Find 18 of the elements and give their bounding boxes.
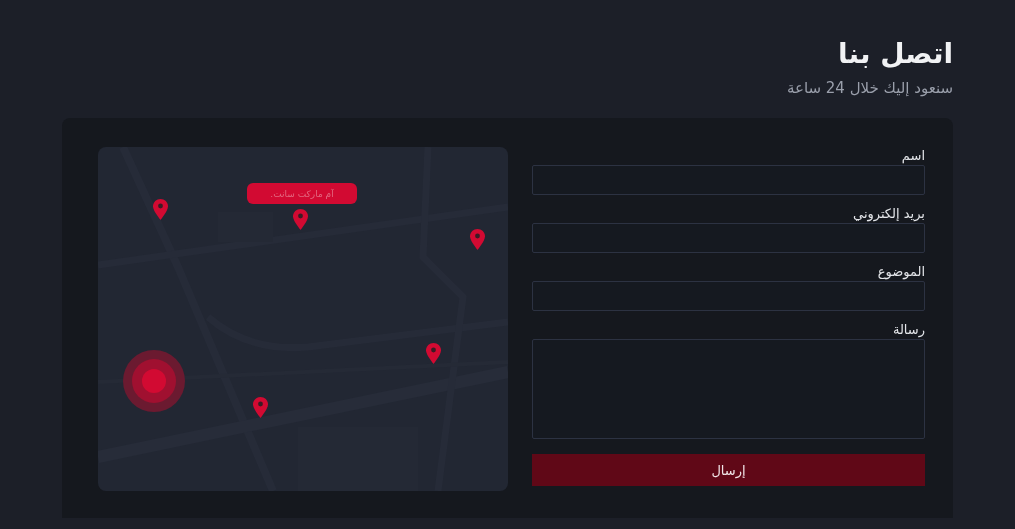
map-pin-icon (153, 199, 168, 220)
field-label: بريد إلكتروني (852, 205, 925, 223)
map-pin-icon (253, 397, 268, 418)
field-label: الموضوع (876, 263, 925, 281)
message-field[interactable] (532, 339, 925, 439)
page-subtitle: سنعود إليك خلال 24 ساعة (785, 78, 953, 98)
field-label: اسم (900, 147, 925, 165)
map-pin-icon (470, 229, 485, 250)
field-label: رسالة (891, 321, 925, 339)
input-field[interactable] (532, 281, 925, 311)
location-pulse-icon (123, 350, 185, 412)
input-field[interactable] (532, 165, 925, 195)
page-title: اتصل بنا (837, 36, 953, 72)
submit-button[interactable]: إرسال (532, 454, 925, 486)
map-badge: آم ماركت سانت. (247, 183, 357, 204)
map-pin-icon (426, 343, 441, 364)
map-pin-icon (293, 209, 308, 230)
input-field[interactable] (532, 223, 925, 253)
